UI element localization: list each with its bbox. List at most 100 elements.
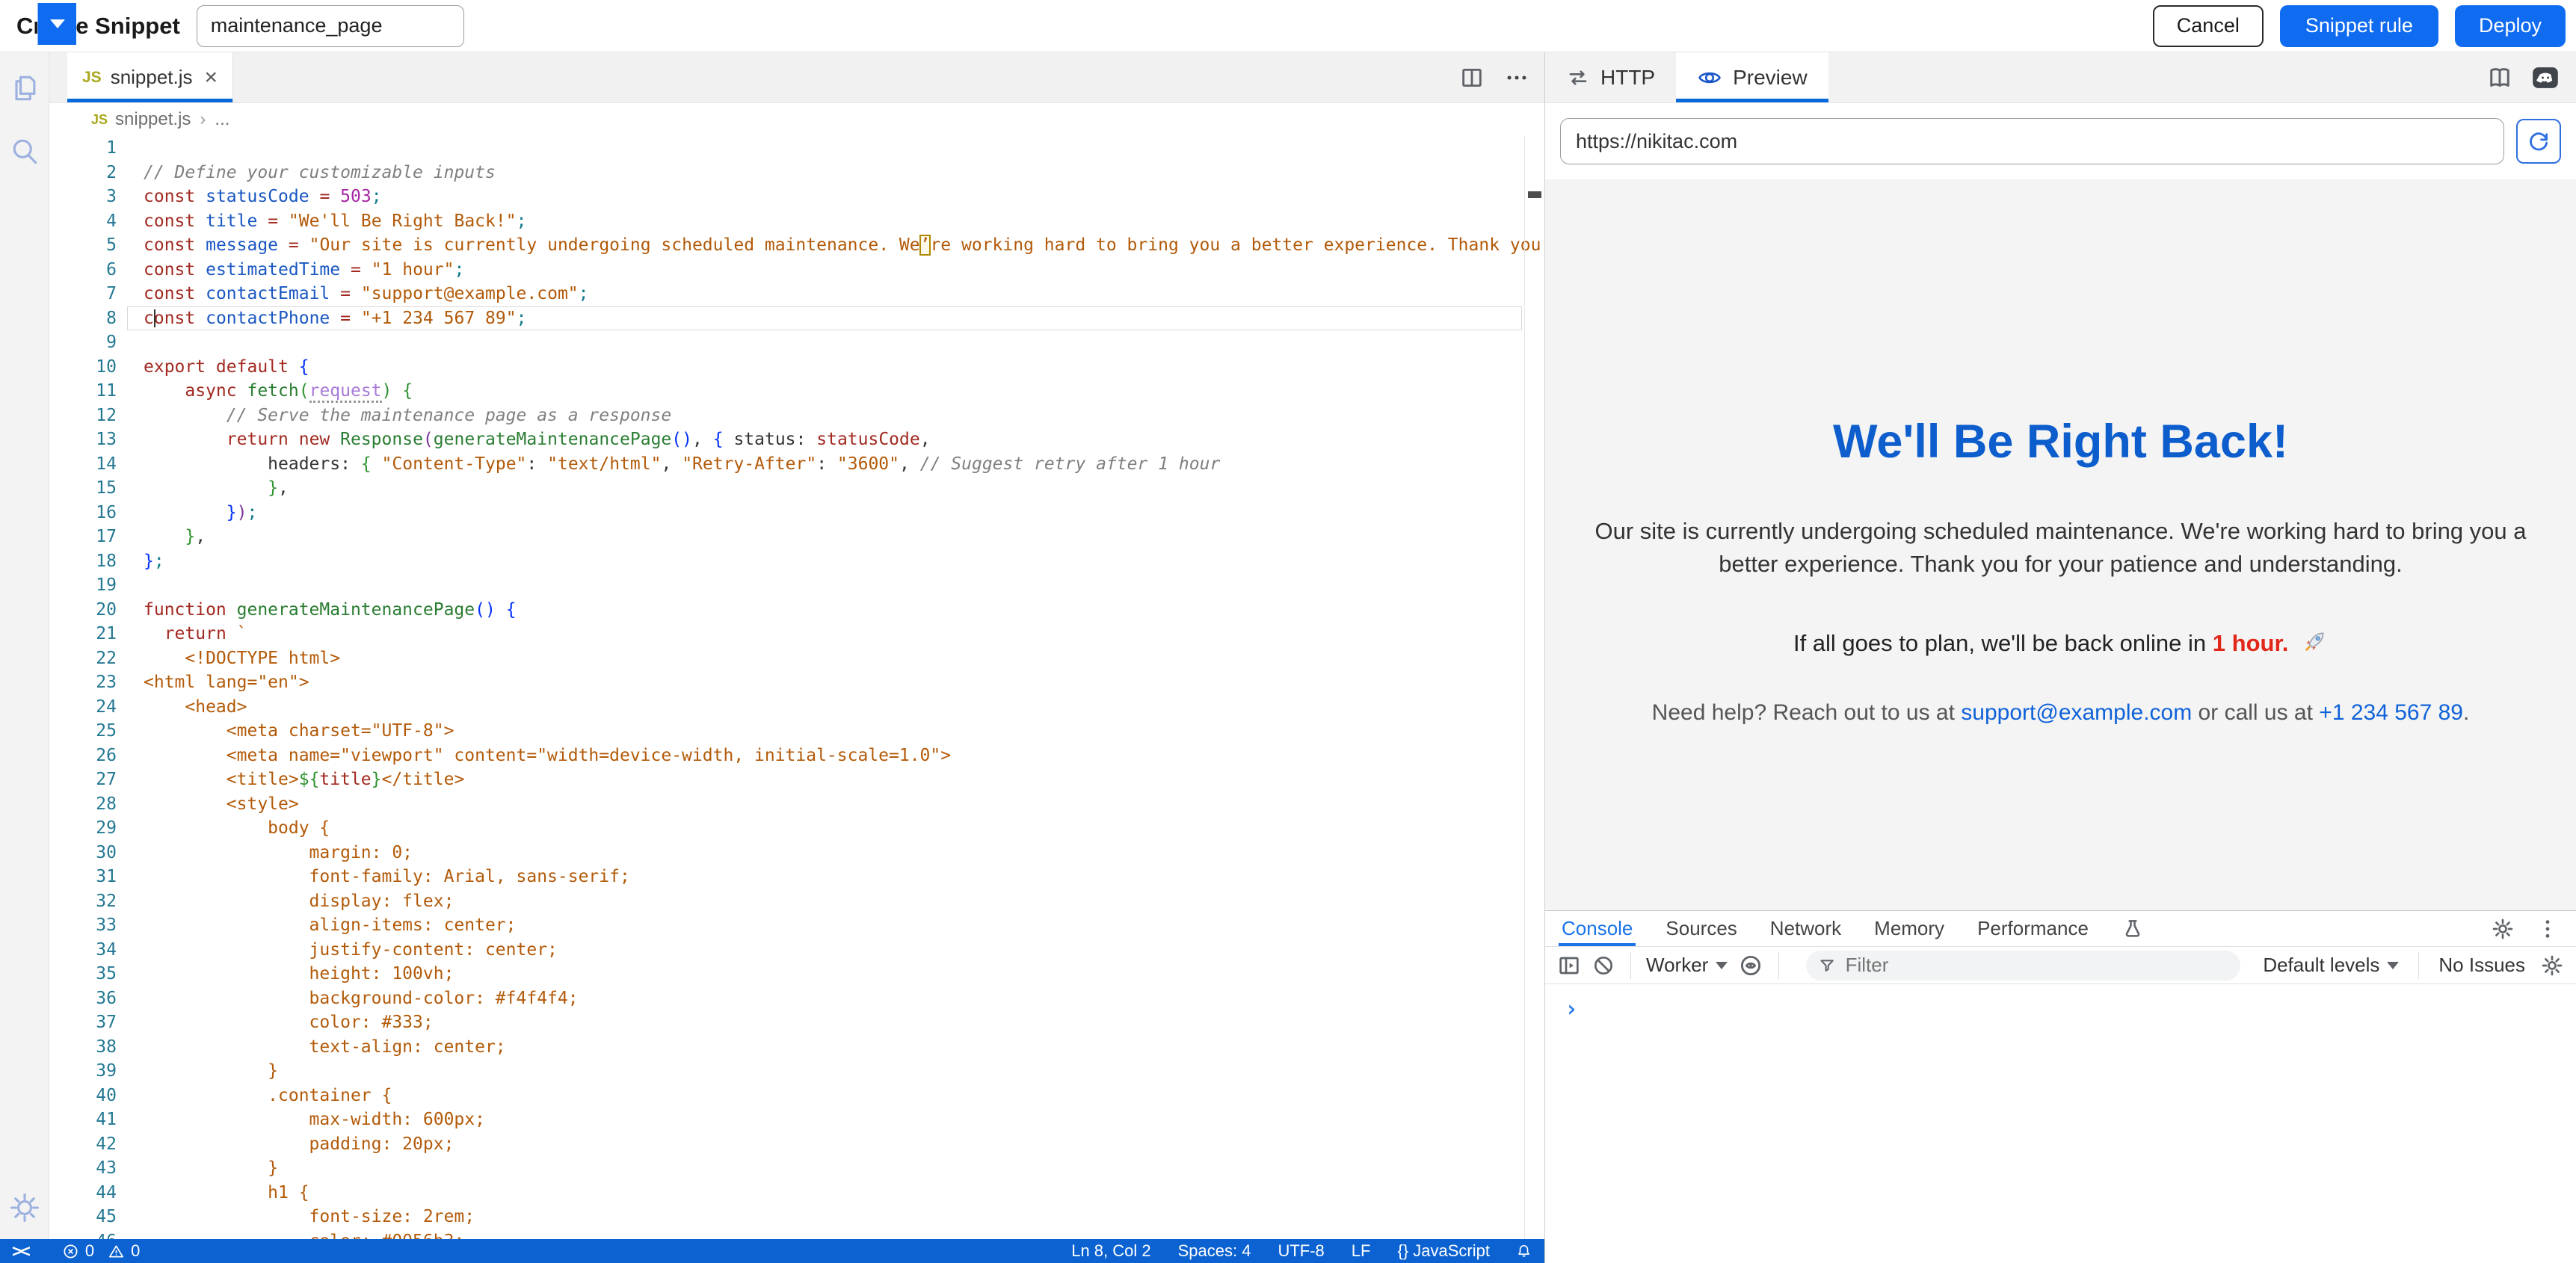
email-link[interactable]: support@example.com bbox=[1961, 700, 2192, 725]
discord-icon[interactable] bbox=[2531, 64, 2560, 91]
code-line[interactable]: 46 color: #0056b3; bbox=[49, 1229, 1544, 1240]
code-line[interactable]: 18}; bbox=[49, 549, 1544, 574]
tab-http[interactable]: HTTP bbox=[1545, 52, 1676, 102]
code-line[interactable]: 37 color: #333; bbox=[49, 1010, 1544, 1035]
live-expression-eye-icon[interactable] bbox=[1738, 953, 1763, 978]
code-line[interactable]: 8const contactPhone = "+1 234 567 89"; bbox=[49, 306, 1544, 331]
devtools-tab-console[interactable]: Console bbox=[1562, 911, 1633, 946]
devtools-tab-performance[interactable]: Performance bbox=[1977, 911, 2089, 946]
more-actions-icon[interactable] bbox=[1504, 65, 1529, 90]
files-icon[interactable] bbox=[8, 72, 41, 105]
code-line[interactable]: 10export default { bbox=[49, 355, 1544, 380]
code-line[interactable]: 6const estimatedTime = "1 hour"; bbox=[49, 258, 1544, 282]
devtools-kebab-menu-icon[interactable] bbox=[2536, 917, 2560, 941]
code-line[interactable]: 33 align-items: center; bbox=[49, 913, 1544, 938]
code-line[interactable]: 43 } bbox=[49, 1156, 1544, 1181]
code-line[interactable]: 22 <!DOCTYPE html> bbox=[49, 646, 1544, 671]
status-item[interactable]: Spaces: 4 bbox=[1178, 1241, 1251, 1261]
code-line[interactable]: 32 display: flex; bbox=[49, 889, 1544, 914]
breadcrumb[interactable]: JS snippet.js › ... bbox=[49, 103, 1544, 136]
code-line[interactable]: 45 font-size: 2rem; bbox=[49, 1205, 1544, 1229]
code-line[interactable]: 30 margin: 0; bbox=[49, 841, 1544, 865]
clear-console-icon[interactable] bbox=[1591, 954, 1615, 978]
code-line[interactable]: 38 text-align: center; bbox=[49, 1035, 1544, 1060]
close-tab-icon[interactable]: × bbox=[205, 67, 218, 89]
tab-preview[interactable]: Preview bbox=[1676, 52, 1828, 102]
snippet-name-input[interactable] bbox=[197, 5, 464, 47]
console-settings-gear-icon[interactable] bbox=[2540, 954, 2564, 978]
code-line[interactable]: 7const contactEmail = "support@example.c… bbox=[49, 282, 1544, 306]
refresh-icon bbox=[2526, 129, 2551, 154]
code-line[interactable]: 17 }, bbox=[49, 525, 1544, 549]
code-line[interactable]: 44 h1 { bbox=[49, 1181, 1544, 1205]
console-output[interactable]: › bbox=[1545, 984, 2576, 1022]
code-lines[interactable]: 12// Define your customizable inputs3con… bbox=[49, 136, 1544, 1239]
tab-snippet-js[interactable]: JS snippet.js × bbox=[67, 52, 233, 102]
code-line[interactable]: 25 <meta charset="UTF-8"> bbox=[49, 719, 1544, 744]
devtools-tab-memory[interactable]: Memory bbox=[1874, 911, 1944, 946]
preview-url-input[interactable] bbox=[1560, 118, 2504, 164]
code-line[interactable]: 29 body { bbox=[49, 816, 1544, 841]
editor-tabstrip: JS snippet.js × bbox=[49, 52, 1544, 103]
default-levels-dropdown[interactable]: Default levels bbox=[2263, 954, 2399, 977]
console-filter[interactable] bbox=[1806, 951, 2240, 981]
context-selector[interactable]: Worker bbox=[1646, 954, 1728, 977]
code-line[interactable]: 9 bbox=[49, 330, 1544, 355]
breadcrumb-more[interactable]: ... bbox=[215, 109, 229, 130]
devtools-settings-gear-icon[interactable] bbox=[2491, 917, 2515, 941]
devtools-tab-sources[interactable]: Sources bbox=[1666, 911, 1737, 946]
status-item[interactable]: Ln 8, Col 2 bbox=[1071, 1241, 1150, 1261]
notifications-bell-icon[interactable] bbox=[1515, 1243, 1532, 1260]
code-line[interactable]: 15 }, bbox=[49, 476, 1544, 501]
split-editor-icon[interactable] bbox=[1459, 65, 1485, 90]
code-line[interactable]: 1 bbox=[49, 136, 1544, 161]
cancel-button[interactable]: Cancel bbox=[2153, 5, 2264, 47]
code-line[interactable]: 41 max-width: 600px; bbox=[49, 1108, 1544, 1132]
console-prompt-chevron[interactable]: › bbox=[1565, 996, 1578, 1022]
code-line[interactable]: 36 background-color: #f4f4f4; bbox=[49, 986, 1544, 1011]
code-line[interactable]: 12 // Serve the maintenance page as a re… bbox=[49, 404, 1544, 428]
code-line[interactable]: 34 justify-content: center; bbox=[49, 938, 1544, 963]
issues-counter[interactable]: No Issues bbox=[2438, 954, 2525, 977]
status-item[interactable]: UTF-8 bbox=[1278, 1241, 1324, 1261]
line-number: 14 bbox=[49, 452, 117, 477]
code-line[interactable]: 28 <style> bbox=[49, 792, 1544, 817]
filter-input[interactable] bbox=[1846, 954, 2229, 977]
code-line[interactable]: 11 async fetch(request) { bbox=[49, 379, 1544, 404]
code-line[interactable]: 4const title = "We'll Be Right Back!"; bbox=[49, 209, 1544, 234]
code-line[interactable]: 35 height: 100vh; bbox=[49, 962, 1544, 986]
http-tab-label: HTTP bbox=[1600, 66, 1655, 90]
status-item[interactable]: {} JavaScript bbox=[1397, 1241, 1490, 1261]
code-line[interactable]: 40 .container { bbox=[49, 1084, 1544, 1108]
code-line[interactable]: 16 }); bbox=[49, 501, 1544, 525]
docs-book-icon[interactable] bbox=[2486, 64, 2513, 91]
breadcrumb-file[interactable]: snippet.js bbox=[115, 109, 191, 130]
code-line[interactable]: 31 font-family: Arial, sans-serif; bbox=[49, 865, 1544, 889]
code-line[interactable]: 24 <head> bbox=[49, 695, 1544, 720]
code-line[interactable]: 19 bbox=[49, 573, 1544, 598]
code-line[interactable]: 21 return ` bbox=[49, 622, 1544, 646]
code-line[interactable]: 5const message = "Our site is currently … bbox=[49, 233, 1544, 258]
code-line[interactable]: 23<html lang="en"> bbox=[49, 670, 1544, 695]
phone-link[interactable]: +1 234 567 89 bbox=[2319, 700, 2463, 725]
problems-status[interactable]: 0 0 bbox=[62, 1241, 141, 1261]
search-icon[interactable] bbox=[8, 135, 41, 167]
snippet-rule-button[interactable]: Snippet rule bbox=[2280, 5, 2438, 47]
settings-gear-icon[interactable] bbox=[8, 1191, 41, 1224]
code-line[interactable]: 14 headers: { "Content-Type": "text/html… bbox=[49, 452, 1544, 477]
code-line[interactable]: 2// Define your customizable inputs bbox=[49, 161, 1544, 185]
remote-indicator-icon[interactable]: >< bbox=[12, 1241, 29, 1262]
code-line[interactable]: 26 <meta name="viewport" content="width=… bbox=[49, 744, 1544, 768]
deploy-button[interactable]: Deploy bbox=[2455, 5, 2566, 47]
code-line[interactable]: 13 return new Response(generateMaintenan… bbox=[49, 427, 1544, 452]
code-line[interactable]: 42 padding: 20px; bbox=[49, 1132, 1544, 1157]
scrollbar-marker[interactable] bbox=[1528, 191, 1541, 198]
code-line[interactable]: 3const statusCode = 503; bbox=[49, 185, 1544, 209]
code-line[interactable]: 27 <title>${title}</title> bbox=[49, 768, 1544, 792]
devtools-tab-network[interactable]: Network bbox=[1770, 911, 1841, 946]
code-line[interactable]: 20function generateMaintenancePage() { bbox=[49, 598, 1544, 623]
status-item[interactable]: LF bbox=[1352, 1241, 1371, 1261]
code-line[interactable]: 39 } bbox=[49, 1059, 1544, 1084]
console-sidebar-toggle-icon[interactable] bbox=[1557, 954, 1581, 978]
refresh-button[interactable] bbox=[2516, 119, 2561, 164]
